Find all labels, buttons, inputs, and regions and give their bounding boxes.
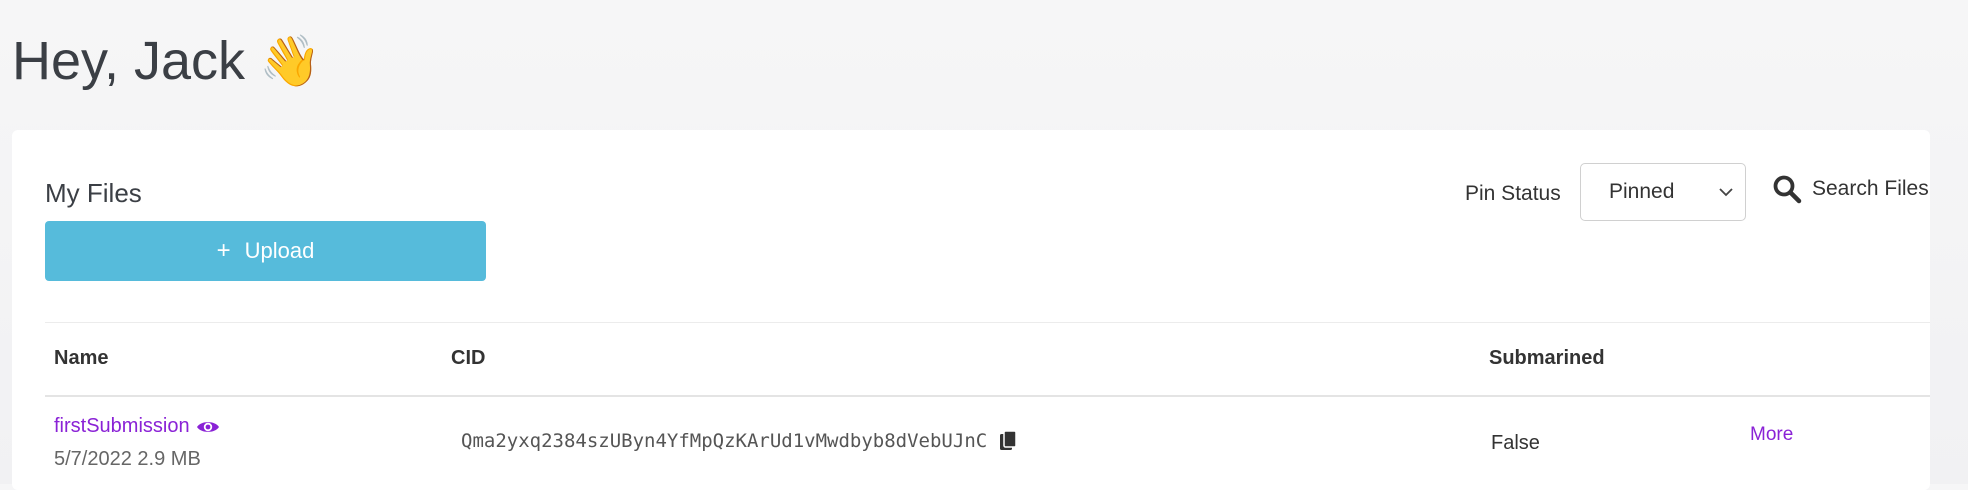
search-files-button[interactable]: Search Files	[1772, 174, 1929, 204]
submarined-value: False	[1491, 432, 1540, 454]
eye-icon[interactable]	[196, 419, 220, 435]
wave-icon: 👋	[259, 33, 322, 89]
upload-button[interactable]: + Upload	[45, 221, 486, 281]
file-meta: 5/7/2022 2.9 MB	[54, 448, 201, 471]
upload-label: Upload	[244, 238, 315, 263]
file-date: 5/7/2022	[54, 448, 132, 470]
pin-status-label: Pin Status	[1465, 182, 1561, 205]
column-header-cid: CID	[451, 347, 486, 369]
more-link[interactable]: More	[1750, 424, 1793, 446]
cid-value: Qma2yxq2384szUByn4YfMpQzKArUd1vMwdbyb8dV…	[461, 430, 988, 452]
file-name-link[interactable]: firstSubmission	[54, 415, 220, 438]
table-header-divider	[45, 395, 1930, 397]
greeting-text: Hey, Jack	[12, 31, 246, 91]
pin-status-value: Pinned	[1609, 180, 1675, 203]
file-size: 2.9 MB	[137, 448, 201, 470]
column-header-submarined: Submarined	[1489, 347, 1605, 369]
search-icon	[1772, 174, 1802, 204]
file-name: firstSubmission	[54, 415, 190, 437]
plus-icon: +	[216, 237, 231, 264]
chevron-down-icon	[1719, 187, 1733, 197]
pin-status-select[interactable]: Pinned	[1580, 163, 1746, 221]
greeting-heading: Hey, Jack 👋	[12, 34, 321, 88]
column-header-name: Name	[54, 347, 109, 369]
file-cid: Qma2yxq2384szUByn4YfMpQzKArUd1vMwdbyb8dV…	[461, 430, 1017, 452]
files-title: My Files	[45, 178, 142, 208]
table-top-divider	[45, 322, 1930, 323]
search-files-label: Search Files	[1812, 177, 1929, 200]
files-card: My Files + Upload Pin Status Pinned Sear…	[12, 130, 1930, 490]
copy-icon[interactable]	[999, 430, 1017, 452]
